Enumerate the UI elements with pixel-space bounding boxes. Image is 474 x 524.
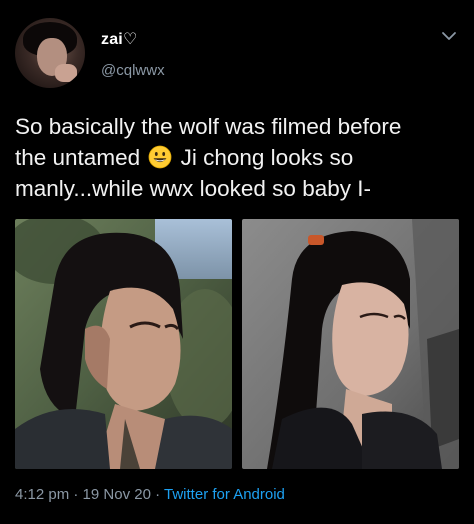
tweet-source-link[interactable]: Twitter for Android bbox=[164, 486, 285, 503]
tweet-text-line: So basically the wolf was filmed before bbox=[15, 114, 402, 139]
username[interactable]: @cqlwwx bbox=[101, 62, 165, 79]
tweet-date[interactable]: 19 Nov 20 bbox=[83, 486, 151, 503]
timestamp-row: 4:12 pm · 19 Nov 20 · Twitter for Androi… bbox=[15, 486, 285, 503]
avatar-hand bbox=[55, 64, 77, 82]
grinning-face-emoji-icon bbox=[148, 145, 172, 169]
tweet-text: So basically the wolf was filmed before … bbox=[15, 111, 465, 204]
tweet-photo-right[interactable] bbox=[242, 219, 459, 469]
chevron-down-icon[interactable] bbox=[441, 30, 457, 42]
display-name[interactable]: zai♡ bbox=[101, 29, 138, 49]
tweet-time[interactable]: 4:12 pm bbox=[15, 486, 69, 503]
tweet-photo-left[interactable] bbox=[15, 219, 232, 469]
tweet-text-line: the untamed Ji chong looks so bbox=[15, 142, 465, 173]
tweet-text-segment: Ji chong looks so bbox=[180, 145, 354, 170]
separator: · bbox=[155, 486, 161, 503]
tweet-text-segment: the untamed bbox=[15, 145, 141, 170]
avatar[interactable] bbox=[15, 18, 85, 88]
tweet-text-line: manly...while wwx looked so baby I- bbox=[15, 176, 371, 201]
tweet: zai♡ @cqlwwx So basically the wolf was f… bbox=[0, 0, 474, 524]
separator: · bbox=[73, 486, 79, 503]
